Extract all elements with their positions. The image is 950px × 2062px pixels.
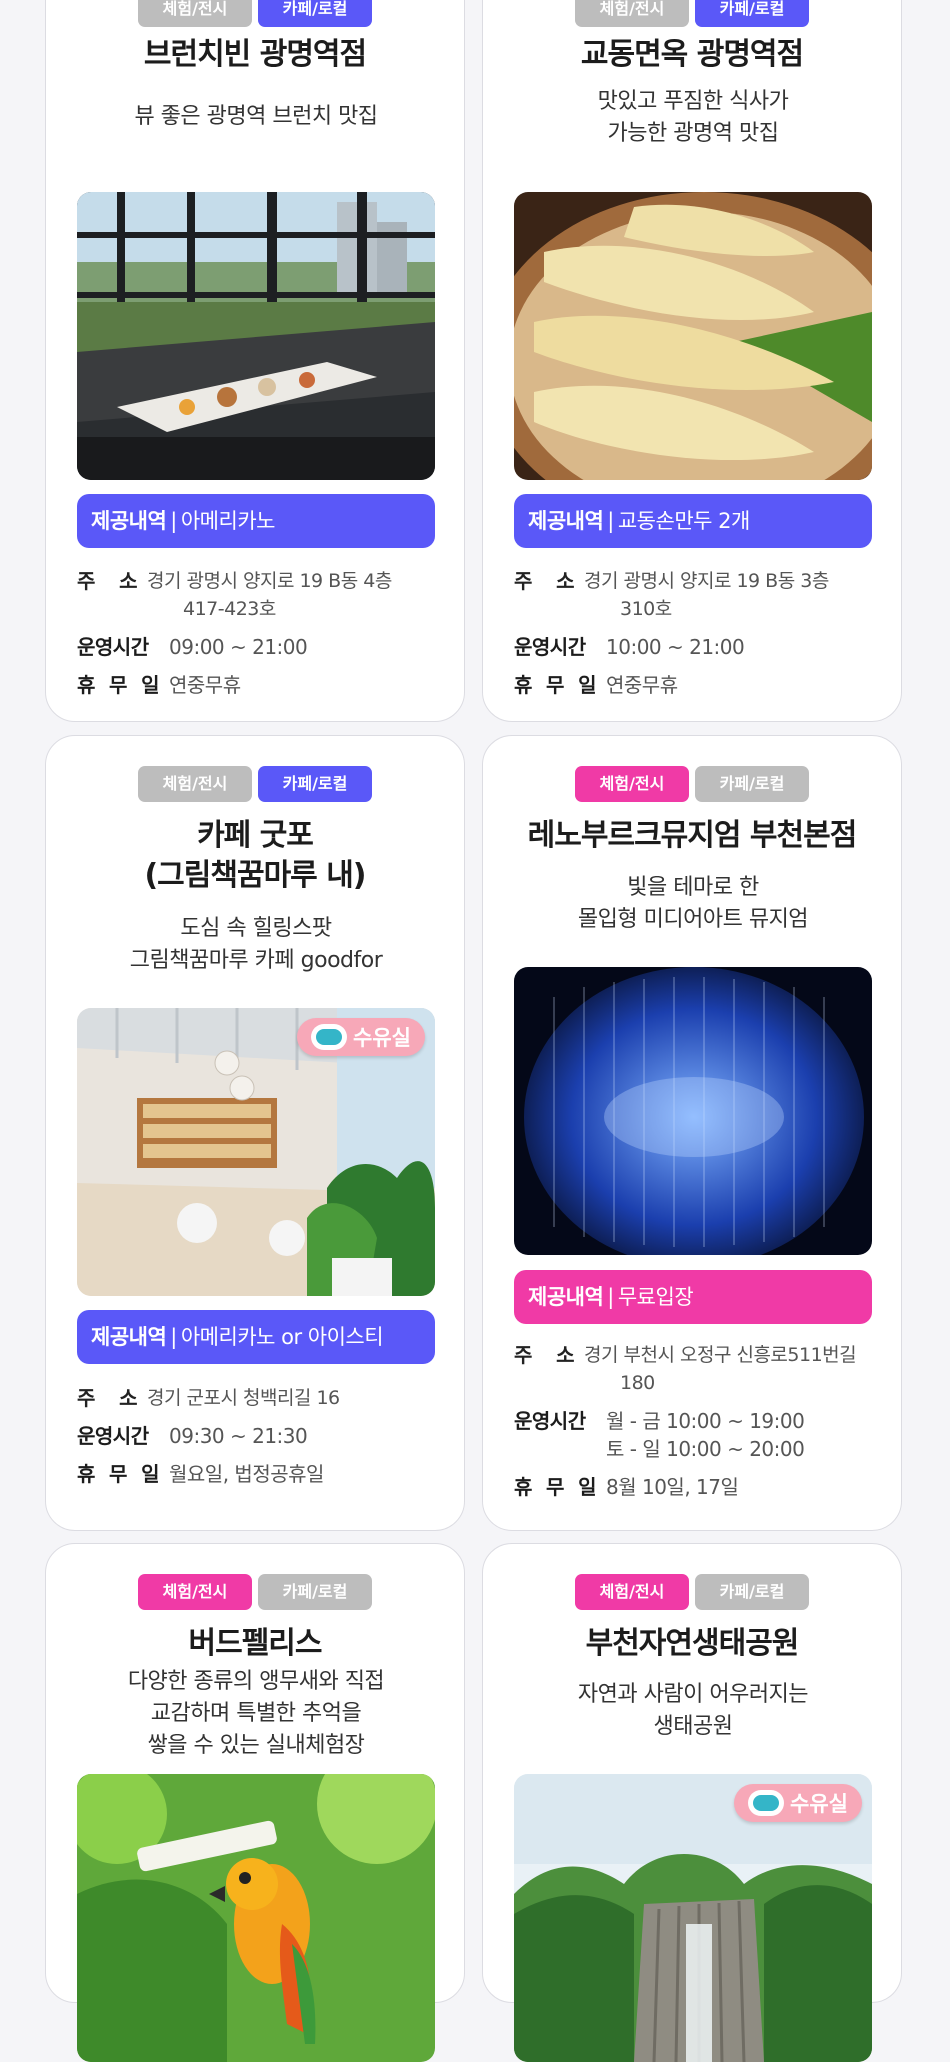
hours-row: 운영시간 09:00 ~ 21:00 [77,635,308,659]
place-name: 브런치빈 광명역점 [143,37,367,72]
nursing-room-badge: 수유실 [734,1784,862,1822]
eco-park-photo: 수유실 [514,1774,872,2062]
tag-cafe: 카페/로컬 [258,766,372,802]
place-card-cafe-goodfor[interactable]: 체험/전시 카페/로컬 카페 굿포 (그림책꿈마루 내) 도심 속 힐링스팟 그… [45,735,465,1531]
media-art-photo [514,967,872,1255]
tag-cafe: 카페/로컬 [258,1574,372,1610]
place-description: 자연과 사람이 어우러지는 생태공원 [577,1682,809,1739]
tag-experience: 체험/전시 [138,766,252,802]
place-name: 레노부르크뮤지엄 부천본점 [527,818,858,853]
provide-label: 제공내역 [91,509,167,533]
category-tags: 체험/전시 카페/로컬 [46,0,464,27]
place-name: 버드펠리스 [188,1626,323,1661]
place-card-bird-palace[interactable]: 체험/전시 카페/로컬 버드펠리스 다양한 종류의 앵무새와 직접 교감하며 특… [45,1543,465,2062]
category-tags: 체험/전시 카페/로컬 [46,1574,464,1610]
address-row: 주소 경기 광명시 양지로 19 B동 4층 417-423호 [77,569,392,620]
place-name: 부천자연생태공원 [585,1626,800,1661]
nursing-room-badge: 수유실 [297,1018,425,1056]
tag-experience: 체험/전시 [138,0,252,27]
tag-cafe: 카페/로컬 [695,1574,809,1610]
nursing-room-icon [311,1024,348,1050]
tag-experience: 체험/전시 [575,766,689,802]
info-list: 주소 경기 부천시 오정구 신흥로511번길 180 운영시간 월 - 금 10:… [514,1341,884,1511]
provide-bar: 제공내역 | 아메리카노 [77,494,435,548]
restaurant-window-photo [77,192,435,480]
address-row: 주소 경기 광명시 양지로 19 B동 3층 310호 [514,569,829,620]
tag-experience: 체험/전시 [575,1574,689,1610]
place-name: 교동면옥 광명역점 [580,37,804,72]
dumplings-photo [514,192,872,480]
place-description: 맛있고 푸짐한 식사가 가능한 광명역 맛집 [597,89,789,146]
provide-bar: 제공내역 | 무료입장 [514,1270,872,1324]
info-list: 주소 경기 군포시 청백리길 16 운영시간 09:30 ~ 21:30 휴무일… [77,1384,447,1498]
provide-bar: 제공내역 | 아메리카노 or 아이스티 [77,1310,435,1364]
cafe-interior-photo: 수유실 [77,1008,435,1296]
provide-value: 아메리카노 [180,509,276,533]
address-row: 주소 경기 부천시 오정구 신흥로511번길 180 [514,1343,857,1394]
description-line: 뷰 좋은 광명역 브런치 맛집 [134,104,378,129]
category-tags: 체험/전시 카페/로컬 [483,0,901,27]
category-tags: 체험/전시 카페/로컬 [483,766,901,802]
place-card-brunch-bean[interactable]: 체험/전시 카페/로컬 브런치빈 광명역점 뷰 좋은 광명역 브런치 맛집 제공… [45,0,465,722]
closed-row: 휴무일 월요일, 법정공휴일 [77,1462,324,1486]
tag-cafe: 카페/로컬 [695,0,809,27]
closed-row: 휴무일 8월 10일, 17일 [514,1475,739,1499]
tag-experience: 체험/전시 [575,0,689,27]
place-name: 카페 굿포 (그림책꿈마루 내) [144,818,366,893]
info-list: 주소 경기 광명시 양지로 19 B동 3층 310호 운영시간 10:00 ~ … [514,567,884,709]
place-description: 빛을 테마로 한 몰입형 미디어아트 뮤지엄 [577,875,809,932]
parrot-photo [77,1774,435,2062]
info-list: 주소 경기 광명시 양지로 19 B동 4층 417-423호 운영시간 09:0… [77,567,447,709]
hours-row: 운영시간 10:00 ~ 21:00 [514,635,745,659]
address-row: 주소 경기 군포시 청백리길 16 [77,1386,340,1410]
category-tags: 체험/전시 카페/로컬 [46,766,464,802]
tag-cafe: 카페/로컬 [695,766,809,802]
place-description: 뷰 좋은 광명역 브런치 맛집 [76,101,436,133]
nursing-room-icon [748,1790,785,1816]
category-tags: 체험/전시 카페/로컬 [483,1574,901,1610]
tag-cafe: 카페/로컬 [258,0,372,27]
tag-experience: 체험/전시 [138,1574,252,1610]
place-card-gyodong[interactable]: 체험/전시 카페/로컬 교동면옥 광명역점 맛있고 푸짐한 식사가 가능한 광명… [482,0,902,722]
place-description: 다양한 종류의 앵무새와 직접 교감하며 특별한 추억을 쌓을 수 있는 실내체… [127,1669,385,1758]
closed-row: 휴무일 연중무휴 [77,673,241,697]
place-card-lenoburg-museum[interactable]: 체험/전시 카페/로컬 레노부르크뮤지엄 부천본점 빛을 테마로 한 몰입형 미… [482,735,902,1531]
hours-row: 운영시간 09:30 ~ 21:30 [77,1424,308,1448]
place-description: 도심 속 힐링스팟 그림책꿈마루 카페 goodfor [129,916,383,973]
place-card-bucheon-eco-park[interactable]: 체험/전시 카페/로컬 부천자연생태공원 자연과 사람이 어우러지는 생태공원 … [482,1543,902,2062]
closed-row: 휴무일 연중무휴 [514,673,678,697]
provide-bar: 제공내역 | 교동손만두 2개 [514,494,872,548]
hours-row: 운영시간 월 - 금 10:00 ~ 19:00 토 - 일 10:00 ~ 20… [514,1409,805,1461]
